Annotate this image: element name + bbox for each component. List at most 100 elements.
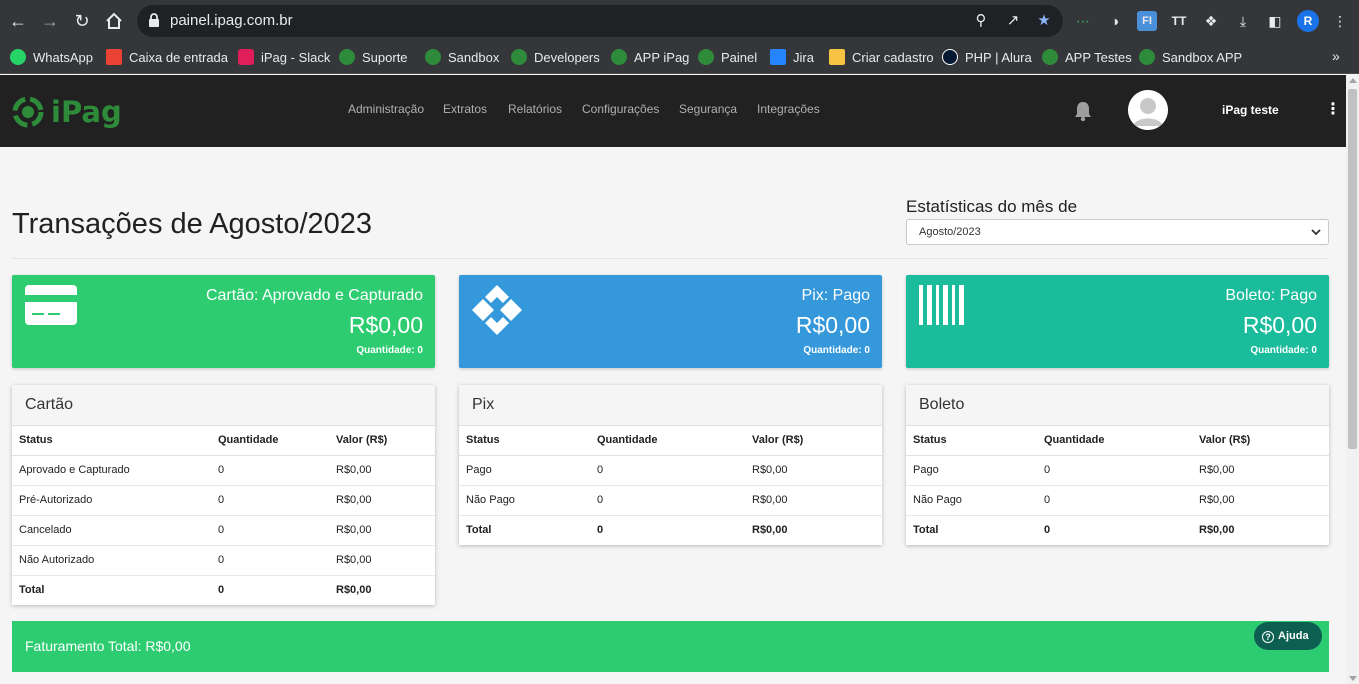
lock-icon bbox=[149, 13, 159, 27]
dark-mode-icon[interactable]: ◑ bbox=[1105, 11, 1125, 31]
pix-icon bbox=[472, 285, 522, 335]
share-icon[interactable]: ↗ bbox=[1003, 11, 1023, 31]
table-row: Não Pago 0 R$0,00 bbox=[459, 485, 882, 516]
app-header: iPag Administração Extratos Relatórios C… bbox=[0, 75, 1346, 147]
panel-title: Cartão bbox=[12, 385, 435, 426]
card-value: R$0,00 bbox=[795, 312, 870, 338]
bell-icon[interactable] bbox=[1073, 100, 1093, 122]
summary-card-cartao: Cartão: Aprovado e Capturado R$0,00 Quan… bbox=[12, 275, 435, 368]
bookmark-app-testes[interactable]: APP Testes bbox=[1042, 48, 1132, 68]
browser-menu-icon[interactable]: ⋮ bbox=[1330, 11, 1350, 31]
nav-administracao[interactable]: Administração bbox=[348, 102, 424, 116]
summary-card-pix: Pix: Pago R$0,00 Quantidade: 0 bbox=[459, 275, 882, 368]
table-row: Não Pago 0 R$0,00 bbox=[906, 485, 1329, 516]
table-row: Aprovado e Capturado 0 R$0,00 bbox=[12, 455, 435, 486]
star-icon[interactable]: ★ bbox=[1034, 11, 1054, 31]
ipag-icon bbox=[511, 49, 527, 65]
cell-status: Pago bbox=[459, 455, 590, 486]
card-quantity: Quantidade: 0 bbox=[803, 345, 870, 356]
scrollbar-thumb[interactable] bbox=[1348, 89, 1357, 449]
bookmark-developers[interactable]: Developers bbox=[511, 48, 600, 68]
page-scrollbar[interactable] bbox=[1346, 75, 1359, 684]
scroll-up-icon[interactable] bbox=[1349, 78, 1357, 83]
ipag-logo[interactable]: iPag bbox=[8, 92, 122, 132]
ipag-icon bbox=[1042, 49, 1058, 65]
translate-extension-icon[interactable]: FI bbox=[1137, 11, 1157, 31]
cell-total-valor: R$0,00 bbox=[752, 524, 788, 537]
font-extension-icon[interactable]: TT bbox=[1169, 11, 1189, 31]
card-quantity: Quantidade: 0 bbox=[1250, 345, 1317, 356]
home-icon[interactable] bbox=[102, 9, 126, 33]
scroll-down-icon[interactable] bbox=[1349, 676, 1357, 681]
nav-seguranca[interactable]: Segurança bbox=[679, 102, 737, 116]
zoom-icon[interactable]: ⚲ bbox=[971, 11, 991, 31]
panel-cartao: Cartão Status Quantidade Valor (R$) Apro… bbox=[12, 385, 435, 605]
faturamento-total-text: Faturamento Total: R$0,00 bbox=[25, 638, 191, 654]
url-text: painel.ipag.com.br bbox=[170, 12, 293, 29]
nav-relatorios[interactable]: Relatórios bbox=[508, 102, 562, 116]
cell-total-label: Total bbox=[19, 584, 45, 597]
side-panel-icon[interactable]: ◧ bbox=[1265, 11, 1285, 31]
jira-icon bbox=[770, 49, 786, 65]
pix-table: Status Quantidade Valor (R$) Pago 0 R$0,… bbox=[459, 426, 882, 545]
bookmark-painel[interactable]: Painel bbox=[698, 48, 757, 68]
address-bar[interactable]: painel.ipag.com.br ⚲ ↗ ★ bbox=[137, 5, 1063, 37]
bookmark-whatsapp[interactable]: WhatsApp bbox=[10, 48, 93, 68]
bookmark-php-alura[interactable]: PHP | Alura bbox=[942, 48, 1032, 68]
extension-grid-icon[interactable]: ⋯ bbox=[1073, 11, 1093, 31]
card-value: R$0,00 bbox=[348, 312, 423, 338]
user-icon bbox=[1128, 90, 1168, 130]
column-header: Status bbox=[906, 426, 1037, 456]
table-total-row: Total 0 R$0,00 bbox=[459, 515, 882, 545]
alura-icon bbox=[942, 49, 958, 65]
cell-quantidade: 0 bbox=[211, 485, 329, 516]
cell-valor: R$0,00 bbox=[329, 485, 435, 516]
faturamento-total-bar: Faturamento Total: R$0,00 bbox=[12, 621, 1329, 672]
cell-status: Não Autorizado bbox=[12, 545, 211, 576]
reload-icon[interactable]: ↻ bbox=[70, 9, 94, 33]
cell-total-quantidade: 0 bbox=[218, 584, 225, 597]
table-row: Cancelado 0 R$0,00 bbox=[12, 515, 435, 546]
bookmark-sandbox[interactable]: Sandbox bbox=[425, 48, 499, 68]
user-avatar[interactable] bbox=[1128, 90, 1168, 130]
bookmark-suporte[interactable]: Suporte bbox=[339, 48, 408, 68]
bookmark-slack[interactable]: iPag - Slack bbox=[238, 48, 330, 68]
stats-month-select[interactable]: Agosto/2023 bbox=[906, 219, 1329, 245]
bookmark-criar-cadastro[interactable]: Criar cadastro bbox=[829, 48, 934, 68]
page-title: Transações de Agosto/2023 bbox=[12, 208, 373, 240]
panel-pix: Pix Status Quantidade Valor (R$) Pago 0 … bbox=[459, 385, 882, 545]
folder-icon bbox=[829, 49, 845, 65]
bookmark-gmail[interactable]: Caixa de entrada bbox=[106, 48, 228, 68]
bookmark-app-ipag[interactable]: APP iPag bbox=[611, 48, 689, 68]
nav-configuracoes[interactable]: Configurações bbox=[582, 102, 659, 116]
help-button[interactable]: ? Ajuda bbox=[1254, 622, 1322, 650]
more-menu-icon[interactable]: ⋮ bbox=[1325, 99, 1341, 119]
bookmark-jira[interactable]: Jira bbox=[770, 48, 814, 68]
cell-status: Cancelado bbox=[12, 515, 211, 546]
nav-extratos[interactable]: Extratos bbox=[443, 102, 487, 116]
cell-total-valor: R$0,00 bbox=[1199, 524, 1235, 537]
bookmarks-overflow-button[interactable]: » bbox=[1332, 48, 1340, 64]
download-icon[interactable]: ⤓ bbox=[1233, 11, 1253, 31]
panel-title: Boleto bbox=[906, 385, 1329, 426]
nav-integracoes[interactable]: Integrações bbox=[757, 102, 820, 116]
boleto-table: Status Quantidade Valor (R$) Pago 0 R$0,… bbox=[906, 426, 1329, 545]
profile-avatar[interactable]: R bbox=[1297, 10, 1319, 32]
back-icon[interactable]: ← bbox=[6, 9, 30, 33]
cell-quantidade: 0 bbox=[211, 455, 329, 486]
chevron-down-icon bbox=[1311, 229, 1321, 236]
barcode-icon bbox=[919, 285, 964, 325]
forward-icon[interactable]: → bbox=[38, 9, 62, 33]
puzzle-icon[interactable]: ❖ bbox=[1201, 11, 1221, 31]
table-row: Pago 0 R$0,00 bbox=[459, 455, 882, 486]
cell-valor: R$0,00 bbox=[329, 455, 435, 486]
cell-quantidade: 0 bbox=[211, 515, 329, 546]
table-header-row: Status Quantidade Valor (R$) bbox=[12, 426, 435, 456]
cell-total-quantidade: 0 bbox=[597, 524, 604, 537]
bookmark-sandbox-app[interactable]: Sandbox APP bbox=[1139, 48, 1242, 68]
column-header: Valor (R$) bbox=[745, 426, 882, 456]
table-row: Pré-Autorizado 0 R$0,00 bbox=[12, 485, 435, 516]
user-name[interactable]: iPag teste bbox=[1222, 103, 1279, 117]
cell-quantidade: 0 bbox=[590, 485, 745, 516]
column-header: Status bbox=[459, 426, 590, 456]
